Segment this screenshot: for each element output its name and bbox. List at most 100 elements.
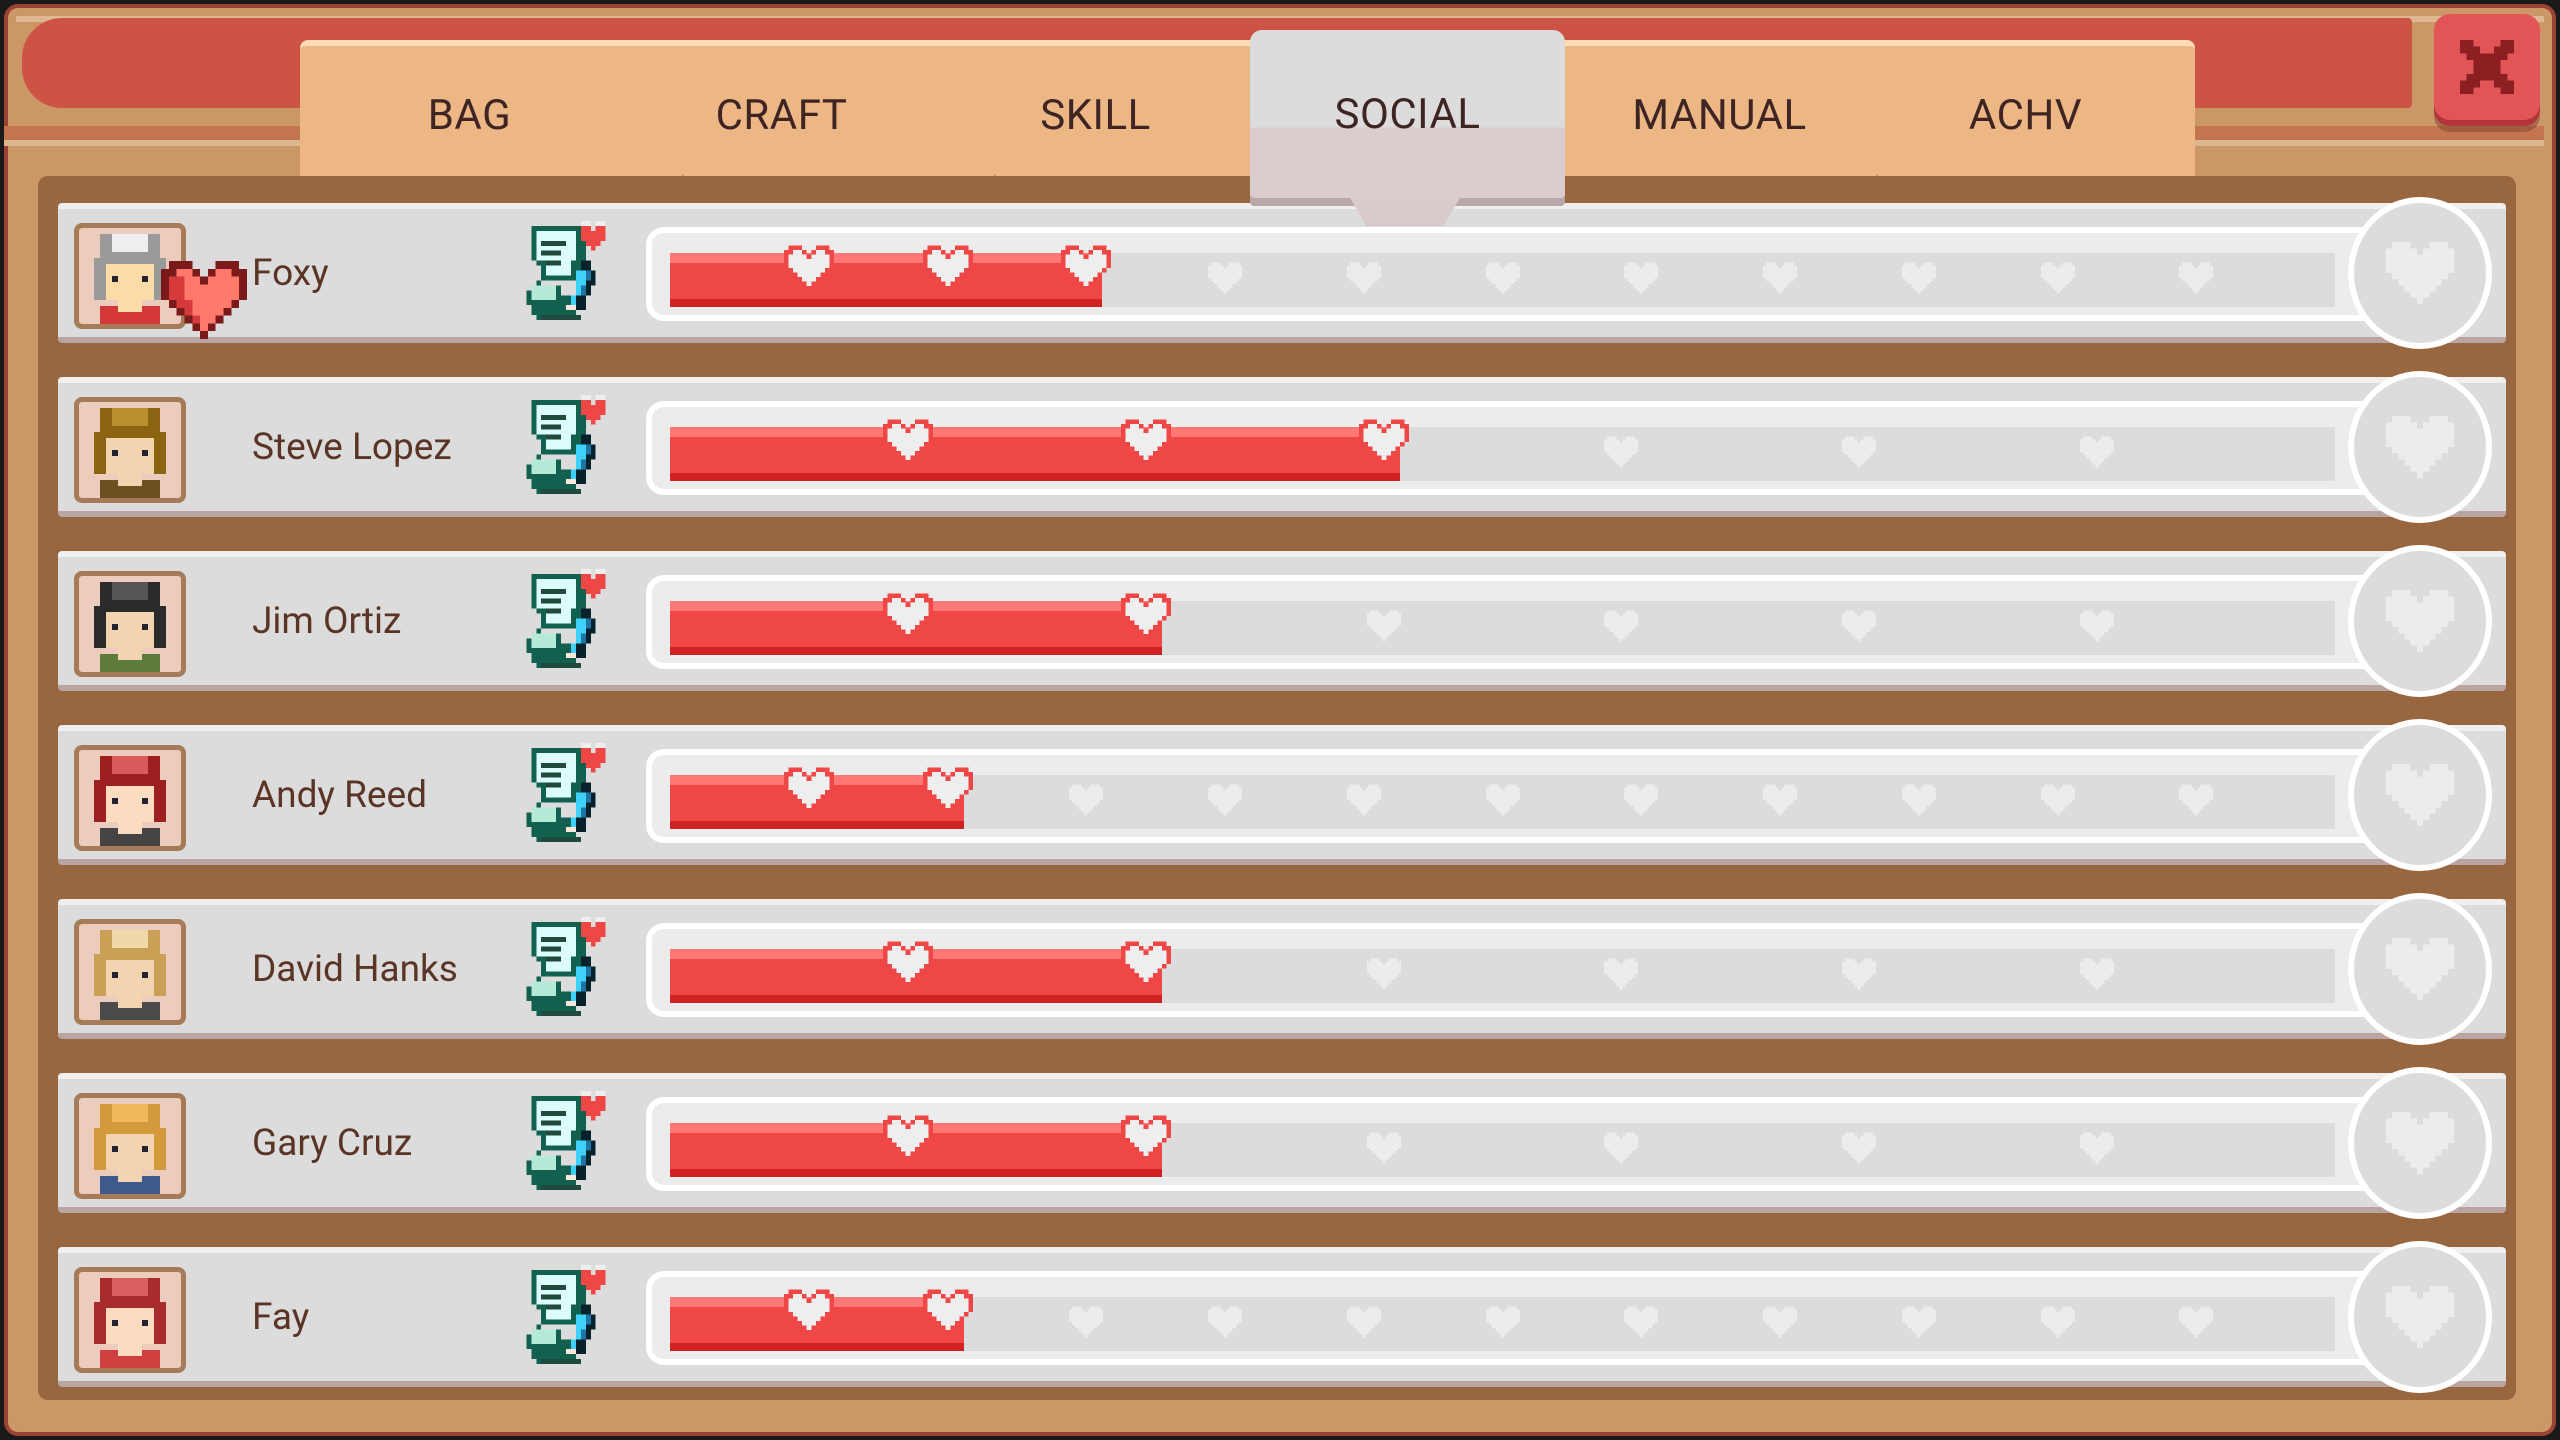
npc-avatar[interactable] (74, 1093, 186, 1199)
heart-empty-icon (1346, 784, 1381, 816)
heart-icon (2386, 1112, 2454, 1174)
heart-empty-icon (1763, 784, 1797, 816)
heart-empty-icon (2179, 262, 2214, 294)
write-letter-icon[interactable] (516, 917, 616, 1021)
friendship-track (670, 1115, 2335, 1177)
heart-filled-icon (882, 593, 933, 639)
npc-name: Gary Cruz (252, 1121, 413, 1165)
jim-ortiz-portrait (82, 576, 178, 672)
heart-empty-icon (1624, 1306, 1659, 1338)
npc-avatar[interactable] (74, 919, 186, 1025)
heart-icon (2386, 764, 2454, 826)
heart-icon (2386, 1286, 2454, 1348)
heart-filled-icon (1120, 419, 1171, 465)
heart-icon (2386, 416, 2454, 478)
heart-empty-icon (1604, 436, 1639, 468)
friendship-bar (646, 575, 2426, 669)
max-level-badge (2348, 197, 2492, 349)
heart-filled-icon (922, 1289, 973, 1335)
heart-empty-icon (1842, 436, 1877, 468)
heart-filled-icon (783, 767, 834, 813)
npc-name: Steve Lopez (252, 425, 452, 469)
max-level-badge (2348, 719, 2492, 871)
heart-filled-icon (922, 245, 973, 291)
close-button[interactable] (2434, 14, 2540, 120)
npc-avatar[interactable] (74, 745, 186, 851)
friendship-track (670, 1289, 2335, 1351)
social-row-gary-cruz: Gary Cruz (58, 1067, 2506, 1219)
heart-empty-icon (2179, 1306, 2214, 1338)
heart-empty-icon (1366, 958, 1401, 990)
friendship-track (670, 419, 2335, 481)
friendship-bar (646, 923, 2426, 1017)
max-level-badge (2348, 893, 2492, 1045)
friendship-bar (646, 227, 2426, 321)
npc-name: Foxy (252, 251, 329, 295)
friendship-track (670, 767, 2335, 829)
social-row-fay: Fay (58, 1241, 2506, 1393)
friendship-track (670, 245, 2335, 307)
heart-empty-icon (2080, 610, 2115, 642)
heart-empty-icon (1366, 610, 1401, 642)
heart-filled-icon (1120, 941, 1171, 987)
heart-empty-icon (1604, 610, 1639, 642)
npc-avatar[interactable] (74, 571, 186, 677)
heart-empty-icon (1346, 1306, 1381, 1338)
social-row-andy-reed: Andy Reed (58, 719, 2506, 871)
heart-filled-icon (1120, 593, 1171, 639)
andy-reed-portrait (82, 750, 178, 846)
tab-manual[interactable]: MANUAL (1562, 40, 1877, 190)
tab-achv[interactable]: ACHV (1868, 40, 2183, 190)
heart-filled-icon (882, 419, 933, 465)
friendship-fill (670, 253, 1103, 307)
gary-cruz-portrait (82, 1098, 178, 1194)
write-letter-icon[interactable] (516, 395, 616, 499)
write-letter-icon[interactable] (516, 743, 616, 847)
heart-empty-icon (2040, 784, 2075, 816)
heart-filled-icon (1061, 245, 1112, 291)
heart-empty-icon (1485, 262, 1520, 294)
heart-filled-icon (783, 245, 834, 291)
social-row-jim-ortiz: Jim Ortiz (58, 545, 2506, 697)
heart-empty-icon (1208, 1306, 1242, 1338)
heart-filled-icon (1358, 419, 1409, 465)
heart-icon (2386, 590, 2454, 652)
heart-empty-icon (1346, 262, 1381, 294)
heart-empty-icon (1604, 958, 1639, 990)
friendship-bar (646, 401, 2426, 495)
npc-name: Andy Reed (252, 773, 428, 817)
close-x-icon (2459, 39, 2515, 95)
friendship-bar (646, 1271, 2426, 1365)
max-level-badge (2348, 1067, 2492, 1219)
max-level-badge (2348, 371, 2492, 523)
heart-empty-icon (2040, 262, 2075, 294)
friendship-fill (670, 427, 1400, 481)
heart-empty-icon (1842, 1132, 1877, 1164)
npc-name: David Hanks (252, 947, 458, 991)
heart-empty-icon (1069, 1306, 1104, 1338)
favorite-heart-icon (161, 261, 247, 339)
heart-empty-icon (1763, 262, 1797, 294)
heart-empty-icon (1901, 784, 1936, 816)
npc-avatar[interactable] (74, 1267, 186, 1373)
heart-empty-icon (1842, 958, 1877, 990)
heart-empty-icon (1485, 784, 1520, 816)
write-letter-icon[interactable] (516, 221, 616, 325)
heart-empty-icon (1604, 1132, 1639, 1164)
write-letter-icon[interactable] (516, 1265, 616, 1369)
heart-empty-icon (1208, 784, 1242, 816)
heart-empty-icon (1763, 1306, 1797, 1338)
social-row-david-hanks: David Hanks (58, 893, 2506, 1045)
tab-skill[interactable]: SKILL (938, 40, 1253, 190)
heart-empty-icon (1208, 262, 1242, 294)
heart-filled-icon (922, 767, 973, 813)
write-letter-icon[interactable] (516, 569, 616, 673)
tab-craft[interactable]: CRAFT (624, 40, 939, 190)
tab-bag[interactable]: BAG (312, 40, 627, 190)
tab-social[interactable]: SOCIAL (1250, 30, 1565, 198)
npc-name: Jim Ortiz (252, 599, 402, 643)
npc-avatar[interactable] (74, 397, 186, 503)
heart-empty-icon (2040, 1306, 2075, 1338)
heart-filled-icon (783, 1289, 834, 1335)
write-letter-icon[interactable] (516, 1091, 616, 1195)
